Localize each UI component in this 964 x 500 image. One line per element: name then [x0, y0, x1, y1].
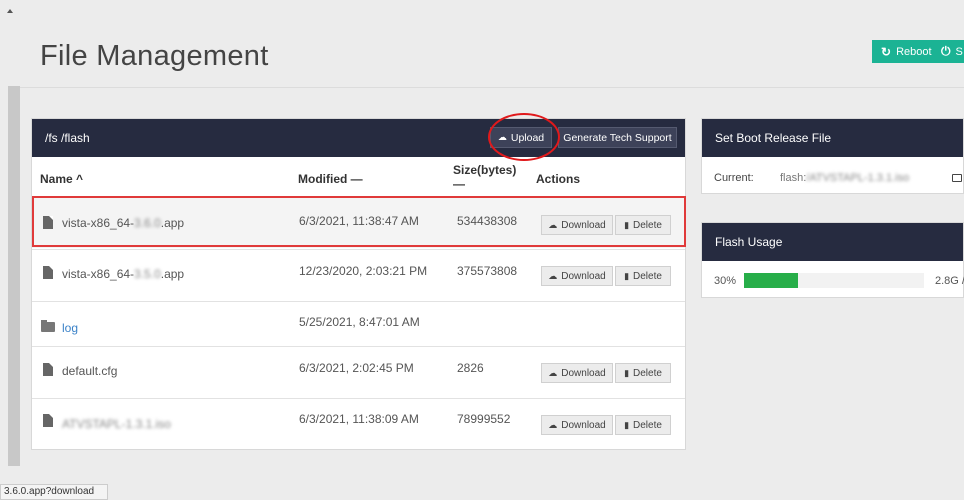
usage-progress-bar	[744, 273, 924, 288]
shutdown-button[interactable]: ⏻ S	[932, 40, 964, 63]
file-panel-header: /fs /flash ☁ Upload Generate Tech Suppor…	[32, 119, 685, 157]
download-label: Download	[561, 419, 606, 431]
table-row[interactable]: vista-x86_64-3.6.0.app 6/3/2021, 11:38:4…	[32, 197, 685, 248]
boot-release-panel: Set Boot Release File Current: flash:/AT…	[701, 118, 964, 194]
table-row[interactable]: log 5/25/2021, 8:47:01 AM	[32, 301, 685, 346]
file-name-blurred: ATVSTAPL-1.3.1.iso	[62, 417, 171, 431]
download-label: Download	[561, 367, 606, 379]
table-row[interactable]: vista-x86_64-3.5.0.app 12/23/2020, 2:03:…	[32, 249, 685, 301]
current-boot-file: /ATVSTAPL-1.3.1.iso	[806, 172, 910, 184]
usage-progress-fill	[744, 273, 798, 288]
reboot-label: Reboot	[896, 45, 932, 58]
page-title: File Management	[40, 40, 269, 72]
file-name-version: 3.5.0	[134, 267, 161, 281]
reboot-button[interactable]: ↻ Reboot	[872, 40, 932, 63]
file-name[interactable]: vista-x86_64-3.6.0.app	[62, 216, 184, 230]
download-label: Download	[561, 219, 606, 231]
delete-button[interactable]: ▮ Delete	[615, 363, 671, 383]
file-modified: 5/25/2021, 8:47:01 AM	[299, 315, 420, 329]
file-size: 375573808	[457, 264, 518, 278]
flash-usage-panel: Flash Usage 30% 2.8G / ...	[701, 222, 964, 298]
boot-panel-title: Set Boot Release File	[715, 131, 832, 145]
file-size: 78999552	[457, 412, 511, 426]
column-header-name[interactable]: Name ^	[40, 172, 83, 186]
download-button[interactable]: ☁ Download	[541, 266, 613, 286]
download-button[interactable]: ☁ Download	[541, 415, 613, 435]
file-name-prefix: vista-x86_64-	[62, 216, 135, 230]
cloud-download-icon: ☁	[548, 367, 558, 378]
power-cycle-icon: ↻	[881, 44, 892, 59]
cloud-download-icon: ☁	[548, 219, 558, 230]
delete-button[interactable]: ▮ Delete	[615, 215, 671, 235]
file-name-suffix: .app	[160, 267, 185, 281]
cloud-download-icon: ☁	[548, 419, 558, 430]
table-row[interactable]: ATVSTAPL-1.3.1.iso 6/3/2021, 11:38:09 AM…	[32, 398, 685, 450]
download-button[interactable]: ☁ Download	[541, 215, 613, 235]
file-name[interactable]: default.cfg	[62, 364, 117, 378]
table-row[interactable]: default.cfg 6/3/2021, 2:02:45 PM 2826 ☁ …	[32, 346, 685, 398]
file-icon	[43, 414, 53, 427]
trash-icon: ▮	[624, 270, 630, 281]
column-header-size-sort[interactable]: —	[453, 177, 465, 191]
delete-label: Delete	[633, 270, 662, 282]
file-modified: 6/3/2021, 2:02:45 PM	[299, 361, 414, 375]
delete-label: Delete	[633, 219, 662, 231]
file-modified: 12/23/2020, 2:03:21 PM	[299, 264, 428, 278]
download-button[interactable]: ☁ Download	[541, 363, 613, 383]
file-icon	[43, 216, 53, 229]
file-name[interactable]: ATVSTAPL-1.3.1.iso	[62, 417, 171, 431]
shutdown-label: S	[955, 45, 963, 58]
column-header-actions: Actions	[536, 172, 581, 186]
delete-label: Delete	[633, 419, 662, 431]
usage-amount: 2.8G / ...	[935, 275, 964, 287]
current-boot-value: flash:/ATVSTAPL-1.3.1.iso	[780, 172, 909, 184]
power-icon: ⏻	[941, 44, 951, 58]
current-boot-label: Current:	[714, 172, 754, 184]
file-list-panel: /fs /flash ☁ Upload Generate Tech Suppor…	[31, 118, 686, 450]
current-path: /fs /flash	[45, 131, 90, 145]
download-label: Download	[561, 270, 606, 282]
trash-icon: ▮	[624, 367, 630, 378]
boot-panel-header: Set Boot Release File	[702, 119, 963, 157]
delete-label: Delete	[633, 367, 662, 379]
cloud-upload-icon: ☁	[497, 132, 507, 142]
generate-tech-support-button[interactable]: Generate Tech Support	[558, 127, 677, 148]
file-name-version: 3.6.0	[134, 216, 161, 230]
column-header-size[interactable]: Size(bytes)	[453, 163, 516, 177]
file-icon	[43, 266, 53, 279]
current-boot-prefix: flash:	[780, 172, 807, 184]
usage-percent: 30%	[714, 275, 737, 287]
upload-label: Upload	[510, 131, 545, 144]
browse-folder-icon[interactable]	[952, 174, 962, 182]
file-name-prefix: vista-x86_64-	[62, 267, 135, 281]
file-name[interactable]: vista-x86_64-3.5.0.app	[62, 267, 184, 281]
tech-support-label: Generate Tech Support	[563, 131, 672, 144]
usage-panel-header: Flash Usage	[702, 223, 963, 261]
file-modified: 6/3/2021, 11:38:09 AM	[299, 412, 419, 426]
page-scrollbar[interactable]	[0, 0, 20, 500]
file-size: 534438308	[457, 214, 518, 228]
delete-button[interactable]: ▮ Delete	[615, 415, 671, 435]
file-name-suffix: .app	[160, 216, 185, 230]
cloud-download-icon: ☁	[548, 270, 558, 281]
trash-icon: ▮	[624, 419, 630, 430]
column-header-modified[interactable]: Modified —	[298, 172, 363, 186]
trash-icon: ▮	[624, 219, 630, 230]
scroll-up-arrow-icon[interactable]	[7, 9, 13, 13]
browser-status-bar: 3.6.0.app?download	[0, 484, 108, 500]
folder-link-log[interactable]: log	[62, 321, 78, 335]
scrollbar-thumb[interactable]	[8, 86, 20, 466]
folder-icon	[41, 320, 55, 332]
usage-panel-title: Flash Usage	[715, 235, 783, 249]
file-icon	[43, 363, 53, 376]
file-modified: 6/3/2021, 11:38:47 AM	[299, 214, 419, 228]
page-header: File Management	[20, 0, 964, 88]
delete-button[interactable]: ▮ Delete	[615, 266, 671, 286]
upload-button[interactable]: ☁ Upload	[490, 127, 552, 148]
file-size: 2826	[457, 361, 484, 375]
